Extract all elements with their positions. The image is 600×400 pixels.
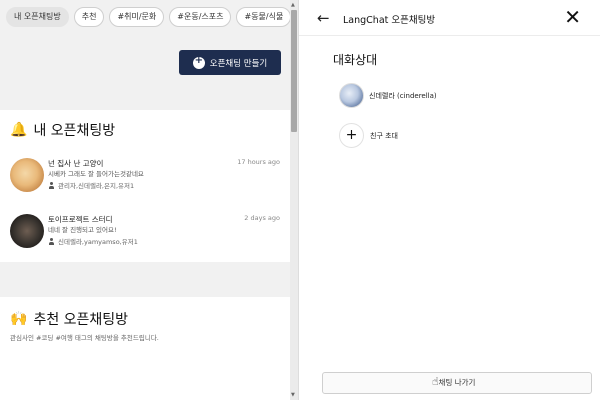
chat-bubble-plus-icon bbox=[192, 55, 205, 69]
create-open-chat-label: 오픈채팅 만들기 bbox=[209, 58, 268, 69]
chip-my-rooms[interactable]: 내 오픈채팅방 bbox=[6, 7, 69, 27]
scroll-down-arrow-icon[interactable]: ▼ bbox=[291, 392, 295, 398]
panel-title: LangChat 오픈채팅방 bbox=[343, 15, 436, 26]
hand-cursor-icon: ☝ bbox=[432, 375, 439, 388]
room-members-text: 관리자,신데렐라,은지,유저1 bbox=[58, 182, 135, 190]
person-icon bbox=[48, 181, 55, 189]
room-thumbnail bbox=[10, 158, 44, 192]
bell-icon: 🔔 bbox=[10, 122, 28, 138]
room-members: 신데렐라,yamyamso,유저1 bbox=[48, 236, 138, 246]
invite-friend-label: 친구 초대 bbox=[370, 131, 398, 140]
room-time: 2 days ago bbox=[244, 214, 280, 222]
my-rooms-title: 🔔 내 오픈채팅방 bbox=[10, 120, 115, 140]
create-open-chat-button[interactable]: 오픈채팅 만들기 bbox=[179, 50, 281, 75]
close-icon[interactable]: ✕ bbox=[564, 5, 581, 29]
invite-friend-button[interactable]: + 친구 초대 bbox=[339, 123, 398, 148]
category-chips: 내 오픈채팅방 추천 #취미/문화 #운동/스포츠 #동물/식물 bbox=[6, 7, 292, 27]
scrollbar-thumb[interactable] bbox=[291, 10, 297, 132]
my-rooms-card: 🔔 내 오픈채팅방 넌 집사 난 고양이 시베카 그래도 잘 들어가는것같네요 … bbox=[0, 110, 290, 262]
plus-icon: + bbox=[339, 123, 364, 148]
scroll-up-arrow-icon[interactable]: ▲ bbox=[291, 2, 295, 8]
recommended-title: 🙌 추천 오픈채팅방 bbox=[10, 309, 128, 329]
recommended-subtitle: 관심사인 #코딩 #여행 태그의 채팅방을 추천드립니다. bbox=[10, 334, 159, 342]
raised-hands-icon: 🙌 bbox=[10, 311, 28, 327]
recommended-rooms-card: 🙌 추천 오픈채팅방 관심사인 #코딩 #여행 태그의 채팅방을 추천드립니다. bbox=[0, 297, 290, 400]
room-item[interactable]: 토이프로젝트 스터디 네네 잘 진행되고 있어요! 신데렐라,yamyamso,… bbox=[10, 212, 280, 252]
open-chat-list-page: 내 오픈채팅방 추천 #취미/문화 #운동/스포츠 #동물/식물 오픈채팅 만들… bbox=[0, 0, 298, 400]
chip-sports[interactable]: #운동/스포츠 bbox=[169, 7, 232, 27]
chip-recommend[interactable]: 추천 bbox=[73, 7, 105, 27]
panel-header: ← LangChat 오픈채팅방 ✕ bbox=[299, 0, 600, 36]
scrollbar[interactable]: ▲ ▼ bbox=[290, 0, 298, 400]
room-last-message: 네네 잘 진행되고 있어요! bbox=[48, 226, 117, 234]
back-arrow-icon[interactable]: ← bbox=[317, 9, 330, 27]
room-time: 17 hours ago bbox=[237, 158, 280, 166]
room-members: 관리자,신데렐라,은지,유저1 bbox=[48, 180, 134, 190]
chat-info-panel: ← LangChat 오픈채팅방 ✕ 대화상대 신데렐라 (cinderella… bbox=[298, 0, 600, 400]
avatar bbox=[339, 83, 364, 108]
my-rooms-title-text: 내 오픈채팅방 bbox=[33, 123, 116, 139]
room-thumbnail bbox=[10, 214, 44, 248]
chip-animals-plants[interactable]: #동물/식물 bbox=[236, 7, 292, 27]
recommended-title-text: 추천 오픈채팅방 bbox=[33, 312, 129, 328]
participants-title: 대화상대 bbox=[333, 53, 378, 67]
person-icon bbox=[48, 237, 55, 245]
room-members-text: 신데렐라,yamyamso,유저1 bbox=[58, 238, 138, 246]
leave-chat-button[interactable]: 채팅 나가기 bbox=[322, 372, 592, 394]
room-last-message: 시베카 그래도 잘 들어가는것같네요 bbox=[48, 170, 144, 178]
chip-hobby-culture[interactable]: #취미/문화 bbox=[109, 7, 165, 27]
participant-name: 신데렐라 (cinderella) bbox=[369, 91, 437, 100]
participant-item[interactable]: 신데렐라 (cinderella) bbox=[339, 83, 437, 108]
room-item[interactable]: 넌 집사 난 고양이 시베카 그래도 잘 들어가는것같네요 관리자,신데렐라,은… bbox=[10, 156, 280, 196]
